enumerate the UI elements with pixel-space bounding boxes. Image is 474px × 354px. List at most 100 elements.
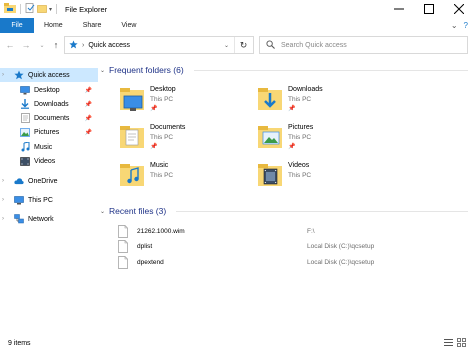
frequent-folders-header[interactable]: ⌄ Frequent folders (6) xyxy=(100,65,468,75)
expand-chevron-icon[interactable]: › xyxy=(2,216,4,222)
sidebar-item-quick-access[interactable]: › Quick access xyxy=(0,68,98,82)
sidebar-item-documents[interactable]: Documents 📌 xyxy=(0,111,98,125)
recent-locations-chevron-icon[interactable]: ⌄ xyxy=(36,36,48,54)
expand-ribbon-icon[interactable]: ⌄ xyxy=(451,21,458,30)
up-arrow-icon[interactable]: ↑ xyxy=(50,36,62,54)
quick-access-toolbar: ▾ xyxy=(0,0,59,18)
tab-share[interactable]: Share xyxy=(73,18,112,33)
address-bar[interactable]: › Quick access ⌄ xyxy=(64,36,254,54)
forward-arrow-icon[interactable]: → xyxy=(20,36,32,54)
navigation-bar: ← → ⌄ ↑ › Quick access ⌄ ↻ Search Quick … xyxy=(0,36,474,54)
navigation-pane: › Quick access Desktop 📌 Downloads 📌 Doc… xyxy=(0,64,98,334)
sidebar-item-desktop[interactable]: Desktop 📌 xyxy=(0,83,98,97)
pin-icon[interactable]: 📌 xyxy=(85,115,92,122)
recent-file-row[interactable]: 21262.1000.wim F:\ xyxy=(118,224,463,239)
expand-chevron-icon[interactable]: › xyxy=(2,197,4,203)
folder-tile-downloads[interactable]: Downloads This PC 📌 xyxy=(258,84,398,122)
cloud-icon xyxy=(14,176,24,186)
videos-icon xyxy=(20,156,30,166)
pin-icon: 📌 xyxy=(150,144,158,150)
window-title: File Explorer xyxy=(65,4,108,14)
pin-icon: 📌 xyxy=(288,144,296,150)
collapse-chevron-icon[interactable]: ⌄ xyxy=(100,208,105,215)
sidebar-item-network[interactable]: › Network xyxy=(0,212,98,226)
folder-location: This PC xyxy=(288,172,312,179)
section-divider xyxy=(176,210,468,212)
sidebar-item-label: Pictures xyxy=(34,128,60,136)
back-arrow-icon[interactable]: ← xyxy=(4,36,16,54)
title-bar: ▾ File Explorer xyxy=(0,0,474,18)
sidebar-item-label: Downloads xyxy=(34,100,69,108)
search-box[interactable]: Search Quick access xyxy=(259,36,468,54)
sidebar-item-label: Music xyxy=(34,143,53,151)
recent-files-header[interactable]: ⌄ Recent files (3) xyxy=(100,206,468,216)
expand-chevron-icon[interactable]: › xyxy=(2,72,4,78)
folder-location: This PC xyxy=(288,96,312,103)
sidebar-item-label: This PC xyxy=(28,196,53,204)
customize-toolbar-chevron-icon[interactable]: ▾ xyxy=(49,6,52,13)
folder-location: This PC xyxy=(150,96,174,103)
view-toggle xyxy=(444,338,466,349)
sidebar-item-pictures[interactable]: Pictures 📌 xyxy=(0,125,98,139)
sidebar-item-label: Videos xyxy=(34,157,56,165)
tab-file[interactable]: File xyxy=(0,18,34,33)
collapse-chevron-icon[interactable]: ⌄ xyxy=(100,67,105,74)
pin-icon[interactable]: 📌 xyxy=(85,129,92,136)
folder-name: Music xyxy=(150,162,169,169)
tab-home[interactable]: Home xyxy=(34,18,73,33)
details-view-icon[interactable] xyxy=(444,338,453,349)
pictures-icon xyxy=(20,127,30,137)
folder-tile-desktop[interactable]: Desktop This PC 📌 xyxy=(120,84,260,122)
music-folder-icon xyxy=(120,160,146,190)
pin-icon[interactable]: 📌 xyxy=(85,101,92,108)
toolbar-separator xyxy=(56,4,58,14)
search-icon xyxy=(266,39,275,51)
recent-file-location: F:\ xyxy=(307,228,315,235)
properties-icon[interactable] xyxy=(25,3,35,15)
help-icon[interactable]: ? xyxy=(464,21,468,30)
quick-access-star-icon xyxy=(69,39,78,51)
close-icon[interactable] xyxy=(444,0,474,18)
sidebar-item-label: Documents xyxy=(34,114,70,122)
folder-name: Downloads xyxy=(288,86,323,93)
toolbar-separator xyxy=(20,4,21,14)
new-folder-icon[interactable] xyxy=(37,3,47,15)
address-dropdown-icon[interactable]: ⌄ xyxy=(224,42,229,49)
downloads-folder-icon xyxy=(258,84,284,114)
breadcrumb-quick-access[interactable]: Quick access xyxy=(88,42,130,49)
folder-tile-music[interactable]: Music This PC xyxy=(120,160,260,198)
minimize-icon[interactable] xyxy=(384,0,414,18)
sidebar-item-onedrive[interactable]: › OneDrive xyxy=(0,174,98,188)
recent-file-row[interactable]: dpextend Local Disk (C:)\qcsetup xyxy=(118,255,463,270)
folder-tile-documents[interactable]: Documents This PC 📌 xyxy=(120,122,260,160)
sidebar-item-videos[interactable]: Videos xyxy=(0,154,98,168)
ribbon-controls: ⌄ ? xyxy=(451,18,468,33)
pictures-folder-icon xyxy=(258,122,284,152)
large-icons-view-icon[interactable] xyxy=(457,338,466,349)
desktop-icon xyxy=(20,85,30,95)
folder-name: Pictures xyxy=(288,124,314,131)
folder-tile-pictures[interactable]: Pictures This PC 📌 xyxy=(258,122,398,160)
refresh-icon[interactable]: ↻ xyxy=(234,37,252,53)
folder-tile-videos[interactable]: Videos This PC xyxy=(258,160,398,198)
sidebar-item-downloads[interactable]: Downloads 📌 xyxy=(0,97,98,111)
network-icon xyxy=(14,214,24,224)
folder-location: This PC xyxy=(288,134,312,141)
pin-icon[interactable]: 📌 xyxy=(85,87,92,94)
recent-files-title: Recent files (3) xyxy=(109,206,167,216)
file-icon xyxy=(118,225,128,238)
expand-chevron-icon[interactable]: › xyxy=(2,178,4,184)
documents-icon xyxy=(20,113,30,123)
search-placeholder: Search Quick access xyxy=(281,41,347,49)
sidebar-item-label: Desktop xyxy=(34,86,60,94)
sidebar-item-music[interactable]: Music xyxy=(0,140,98,154)
tab-view[interactable]: View xyxy=(111,18,146,33)
music-icon xyxy=(20,142,30,152)
sidebar-item-this-pc[interactable]: › This PC xyxy=(0,193,98,207)
maximize-icon[interactable] xyxy=(414,0,444,18)
recent-file-row[interactable]: dplist Local Disk (C:)\qcsetup xyxy=(118,239,463,254)
breadcrumb-chevron-icon[interactable]: › xyxy=(82,42,84,49)
pin-icon: 📌 xyxy=(288,106,296,112)
downloads-icon xyxy=(20,99,30,109)
recent-file-name: dplist xyxy=(137,243,153,250)
